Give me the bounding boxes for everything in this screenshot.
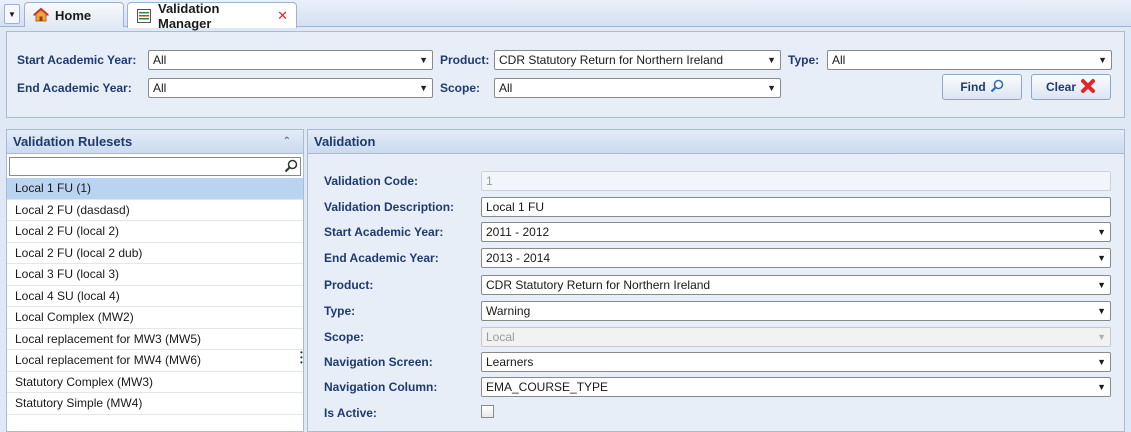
find-button-label: Find [960,80,986,94]
validation-code-label: Validation Code: [324,174,419,188]
scope-value: All [499,81,513,95]
end-year-label: End Academic Year: [17,81,132,95]
chevron-down-icon: ▼ [1097,227,1106,237]
collapse-icon[interactable]: ⌃ [283,130,291,154]
nav-screen-select[interactable]: Learners ▼ [481,352,1111,372]
chevron-down-icon: ▼ [1097,253,1106,263]
detail-scope-value: Local [486,330,515,344]
detail-product-value: CDR Statutory Return for Northern Irelan… [486,278,711,292]
detail-end-year-value: 2013 - 2014 [486,251,551,265]
chevron-down-icon: ▼ [767,55,776,65]
scope-label: Scope: [440,81,481,95]
list-item[interactable]: Local 3 FU (local 3) [7,264,303,286]
list-item[interactable]: Local 1 FU (1) [7,178,303,200]
detail-type-value: Warning [486,304,531,318]
find-button[interactable]: Find [942,74,1022,100]
rulesets-header: Validation Rulesets ⌃ [7,130,303,154]
nav-column-select[interactable]: EMA_COURSE_TYPE ▼ [481,377,1111,397]
list-item[interactable]: Local replacement for MW3 (MW5) [7,329,303,350]
detail-start-year-label: Start Academic Year: [324,225,444,239]
scope-select[interactable]: All ▼ [494,78,781,98]
detail-type-select[interactable]: Warning ▼ [481,301,1111,321]
tab-validation-manager[interactable]: Validation Manager ✕ [127,0,297,31]
nav-screen-value: Learners [486,355,534,369]
list-item[interactable]: Statutory Simple (MW4) [7,393,303,415]
end-year-select[interactable]: All ▼ [148,78,433,98]
start-year-label: Start Academic Year: [17,53,137,67]
list-item[interactable]: Local 2 FU (dasdasd) [7,200,303,221]
start-year-select[interactable]: All ▼ [148,50,433,70]
nav-screen-label: Navigation Screen: [324,355,433,369]
list-item[interactable]: Local replacement for MW4 (MW6) [7,350,303,372]
list-item[interactable]: Statutory Complex (MW3) [7,372,303,393]
chevron-down-icon: ▼ [1097,332,1106,342]
validation-description-input[interactable]: Local 1 FU [481,197,1111,217]
type-label: Type: [788,53,820,67]
rulesets-filter-input[interactable] [9,157,301,176]
validation-description-label: Validation Description: [324,200,455,214]
detail-scope-select: Local ▼ [481,327,1111,347]
search-icon[interactable] [284,159,298,176]
chevron-down-icon: ▼ [419,55,428,65]
validation-code-value: 1 [486,174,493,188]
rulesets-title: Validation Rulesets [13,134,133,149]
product-label: Product: [440,53,490,67]
chevron-down-icon: ▼ [1097,306,1106,316]
clear-button-label: Clear [1045,80,1077,94]
home-icon [33,7,49,23]
is-active-label: Is Active: [324,406,377,420]
clear-button[interactable]: Clear [1031,74,1111,100]
tab-menu-button[interactable]: ▼ [4,4,20,24]
search-icon [990,79,1004,96]
rulesets-panel: Validation Rulesets ⌃ Local 1 FU (1) Loca… [6,129,304,432]
rulesets-list: Local 1 FU (1) Local 2 FU (dasdasd) Local … [7,178,303,415]
validation-header: Validation [308,130,1124,154]
chevron-down-icon: ▼ [1097,357,1106,367]
tab-home[interactable]: Home [24,2,124,27]
detail-product-label: Product: [324,278,374,292]
validation-description-value: Local 1 FU [486,200,545,214]
tab-home-label: Home [55,7,92,23]
start-year-value: All [153,53,167,67]
chevron-down-icon: ▼ [1098,55,1107,65]
validation-code-field: 1 [481,171,1111,191]
product-select[interactable]: CDR Statutory Return for Northern Irelan… [494,50,781,70]
type-select[interactable]: All ▼ [827,50,1112,70]
chevron-down-icon: ▼ [419,83,428,93]
detail-end-year-label: End Academic Year: [324,251,439,265]
tab-bar: ▼ Home Validation Manager ✕ [0,0,1131,31]
type-value: All [832,53,846,67]
close-icon[interactable]: ✕ [277,8,288,24]
detail-scope-label: Scope: [324,330,365,344]
clear-icon [1080,78,1096,97]
end-year-value: All [153,81,167,95]
chevron-down-icon: ▼ [1097,382,1106,392]
splitter-grip-icon[interactable]: • • • [300,349,303,367]
nav-column-value: EMA_COURSE_TYPE [486,380,609,394]
is-active-checkbox[interactable] [481,405,494,418]
validation-title: Validation [314,134,376,149]
validation-manager-icon [136,8,152,24]
nav-column-label: Navigation Column: [324,380,438,394]
detail-type-label: Type: [324,304,356,318]
validation-panel: Validation Validation Code: 1 Validation… [307,129,1125,432]
list-item[interactable]: Local 4 SU (local 4) [7,286,303,307]
detail-start-year-value: 2011 - 2012 [486,225,550,239]
search-panel: Start Academic Year: All ▼ Product: CDR … [6,31,1125,118]
detail-product-select[interactable]: CDR Statutory Return for Northern Irelan… [481,275,1111,295]
chevron-down-icon: ▼ [767,83,776,93]
list-item[interactable]: Local 2 FU (local 2) [7,221,303,243]
list-item[interactable]: Local 2 FU (local 2 dub) [7,243,303,264]
chevron-down-icon: ▼ [1097,280,1106,290]
tab-validation-manager-label: Validation Manager [158,0,220,31]
detail-start-year-select[interactable]: 2011 - 2012 ▼ [481,222,1111,242]
product-value: CDR Statutory Return for Northern Irelan… [499,53,724,67]
list-item[interactable]: Local Complex (MW2) [7,307,303,329]
detail-end-year-select[interactable]: 2013 - 2014 ▼ [481,248,1111,268]
